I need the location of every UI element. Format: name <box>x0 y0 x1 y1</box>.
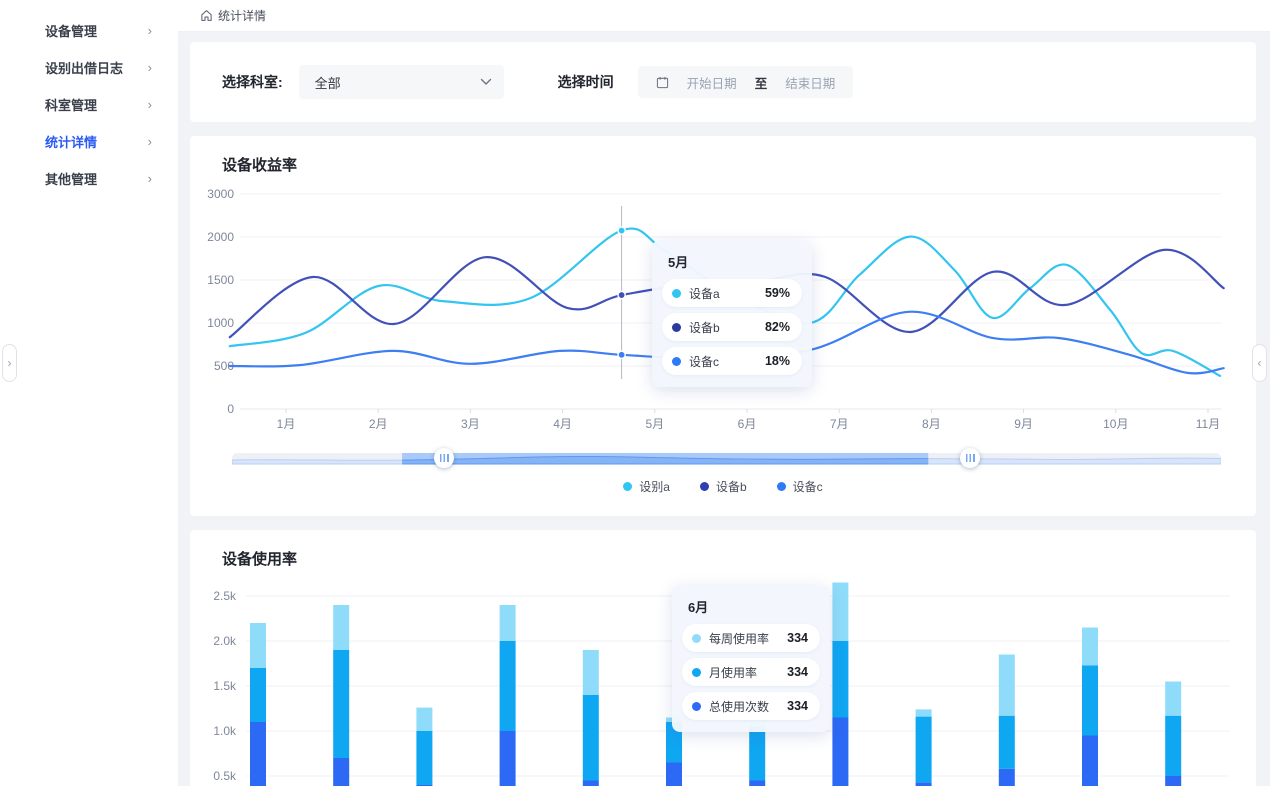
tooltip-row: 设备a 59% <box>662 279 802 307</box>
start-date-placeholder[interactable]: 开始日期 <box>687 73 737 92</box>
main-content: 统计详情 选择科室: 全部 选择时间 开始日期 至 结束日期 <box>178 0 1270 786</box>
sidebar-item-label: 其他管理 <box>45 169 97 188</box>
svg-text:2月: 2月 <box>369 417 388 431</box>
tooltip-row: 设备b 82% <box>662 313 802 341</box>
svg-text:0.5k: 0.5k <box>213 769 237 783</box>
svg-text:8月: 8月 <box>922 417 941 431</box>
tooltip-row: 月使用率 334 <box>682 658 820 686</box>
sidebar-item-label: 设别出借日志 <box>45 58 123 77</box>
sidebar-item-device-management[interactable]: 设备管理 › <box>0 12 178 49</box>
svg-text:4月: 4月 <box>553 417 572 431</box>
chevron-right-icon: › <box>148 134 152 149</box>
usage-rate-chart-card: 设备使用率 2.5k2.0k1.5k1.0k0.5k 6月 每周使用率 334 … <box>190 530 1256 786</box>
svg-text:10月: 10月 <box>1103 417 1128 431</box>
line-chart-tooltip: 5月 设备a 59% 设备b 82% 设备c 18% <box>652 240 812 387</box>
grip-icon <box>966 454 975 462</box>
sidebar-item-label: 设备管理 <box>45 21 97 40</box>
department-select-value: 全部 <box>315 73 341 92</box>
series-b-dot-icon <box>672 323 681 332</box>
chevron-right-icon: › <box>148 60 152 75</box>
legend-dot-icon <box>700 482 709 491</box>
sidebar-item-statistics-detail[interactable]: 统计详情 › <box>0 123 178 160</box>
end-date-placeholder[interactable]: 结束日期 <box>785 73 835 92</box>
filter-panel: 选择科室: 全部 选择时间 开始日期 至 结束日期 <box>190 42 1256 122</box>
legend-item-b[interactable]: 设备b <box>700 478 747 495</box>
grip-icon <box>440 454 449 462</box>
chevron-down-icon <box>480 78 492 86</box>
department-filter-label: 选择科室: <box>222 72 283 92</box>
svg-text:3月: 3月 <box>461 417 480 431</box>
chevron-right-icon: › <box>8 356 12 370</box>
svg-text:0: 0 <box>227 402 234 416</box>
breadcrumb[interactable]: 统计详情 <box>200 7 266 24</box>
svg-text:1月: 1月 <box>277 417 296 431</box>
series-a-dot-icon <box>672 289 681 298</box>
tooltip-row: 总使用次数 334 <box>682 692 820 720</box>
legend-dot-icon <box>777 482 786 491</box>
weekly-usage-dot-icon <box>692 634 701 643</box>
datazoom-track[interactable] <box>232 446 1221 470</box>
svg-text:7月: 7月 <box>830 417 849 431</box>
sidebar-item-other-management[interactable]: 其他管理 › <box>0 160 178 197</box>
tooltip-title: 5月 <box>668 252 802 271</box>
series-c-dot-icon <box>672 357 681 366</box>
chevron-right-icon: › <box>148 23 152 38</box>
revenue-rate-chart-card: 设备收益率 300020001500100050001月2月3月4月5月6月7月… <box>190 136 1256 516</box>
legend-item-c[interactable]: 设备c <box>777 478 823 495</box>
tooltip-title: 6月 <box>688 597 820 616</box>
chevron-right-icon: › <box>148 97 152 112</box>
breadcrumb-bar: 统计详情 <box>178 0 1270 32</box>
chevron-left-icon: ‹ <box>1258 356 1262 370</box>
svg-text:5月: 5月 <box>645 417 664 431</box>
svg-text:2.0k: 2.0k <box>213 634 237 648</box>
breadcrumb-label: 统计详情 <box>218 7 266 24</box>
collapse-sidebar-toggle[interactable]: › <box>2 344 17 382</box>
bar-chart-tooltip: 6月 每周使用率 334 月使用率 334 总使用次数 334 <box>672 585 830 732</box>
tooltip-row: 设备c 18% <box>662 347 802 375</box>
datazoom-slider[interactable] <box>232 446 1221 470</box>
date-range-picker[interactable]: 开始日期 至 结束日期 <box>638 66 854 98</box>
sidebar-item-lending-log[interactable]: 设别出借日志 › <box>0 49 178 86</box>
svg-text:2000: 2000 <box>207 230 234 244</box>
date-range-separator: 至 <box>755 73 768 92</box>
svg-text:3000: 3000 <box>207 187 234 201</box>
legend-item-a[interactable]: 设别a <box>623 478 670 495</box>
home-icon <box>200 9 213 22</box>
svg-text:6月: 6月 <box>738 417 757 431</box>
department-select[interactable]: 全部 <box>299 65 504 99</box>
time-filter-label: 选择时间 <box>558 72 614 92</box>
svg-text:1.0k: 1.0k <box>213 724 237 738</box>
chevron-right-icon: › <box>148 171 152 186</box>
svg-text:1.5k: 1.5k <box>213 679 237 693</box>
total-usage-dot-icon <box>692 702 701 711</box>
svg-text:2.5k: 2.5k <box>213 589 237 603</box>
legend-dot-icon <box>623 482 632 491</box>
datazoom-left-handle[interactable] <box>434 448 454 468</box>
svg-text:1000: 1000 <box>207 316 234 330</box>
sidebar-item-label: 科室管理 <box>45 95 97 114</box>
collapse-panel-toggle[interactable]: ‹ <box>1252 344 1267 382</box>
line-chart-legend: 设别a 设备b 设备c <box>190 478 1256 495</box>
svg-text:1500: 1500 <box>207 273 234 287</box>
sidebar-item-department-management[interactable]: 科室管理 › <box>0 86 178 123</box>
svg-text:11月: 11月 <box>1196 417 1220 431</box>
sidebar: 设备管理 › 设别出借日志 › 科室管理 › 统计详情 › 其他管理 › <box>0 0 178 786</box>
monthly-usage-dot-icon <box>692 668 701 677</box>
svg-text:9月: 9月 <box>1014 417 1033 431</box>
sidebar-item-label: 统计详情 <box>45 132 97 151</box>
calendar-icon <box>656 76 669 89</box>
tooltip-row: 每周使用率 334 <box>682 624 820 652</box>
